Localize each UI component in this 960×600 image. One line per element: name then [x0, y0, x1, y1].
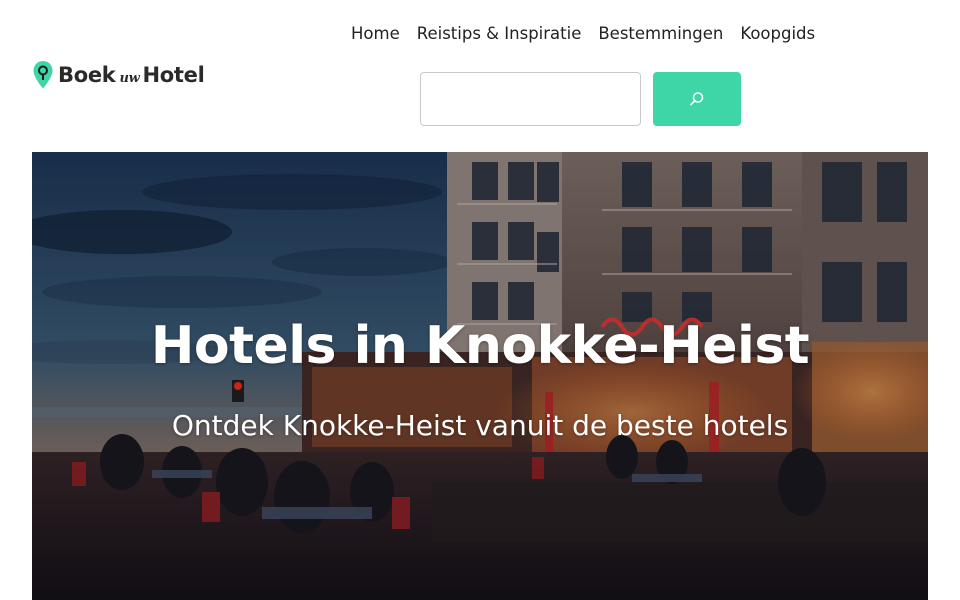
- nav-item-home[interactable]: Home: [351, 24, 400, 43]
- logo-wordmark: Boek uw Hotel: [58, 63, 205, 87]
- nav-item-reistips-inspiratie[interactable]: Reistips & Inspiratie: [417, 24, 582, 43]
- main-navigation: Home Reistips & Inspiratie Bestemmingen …: [351, 24, 815, 43]
- hero-title: Hotels in Knokke-Heist: [150, 316, 810, 376]
- search-icon: [690, 92, 704, 106]
- hero-banner: Hotels in Knokke-Heist Ontdek Knokke-Hei…: [32, 152, 928, 600]
- search-input[interactable]: [420, 72, 641, 126]
- nav-item-koopgids[interactable]: Koopgids: [740, 24, 815, 43]
- logo-word-boek: Boek: [58, 63, 116, 87]
- search-button[interactable]: [653, 72, 741, 126]
- logo-word-uw: uw: [119, 71, 140, 86]
- logo-word-hotel: Hotel: [142, 63, 205, 87]
- site-logo[interactable]: Boek uw Hotel: [32, 60, 205, 90]
- hero-subtitle: Ontdek Knokke-Heist vanuit de beste hote…: [171, 409, 789, 442]
- map-pin-icon: [33, 61, 53, 89]
- hero-background-image: [32, 152, 928, 600]
- nav-item-bestemmingen[interactable]: Bestemmingen: [598, 24, 723, 43]
